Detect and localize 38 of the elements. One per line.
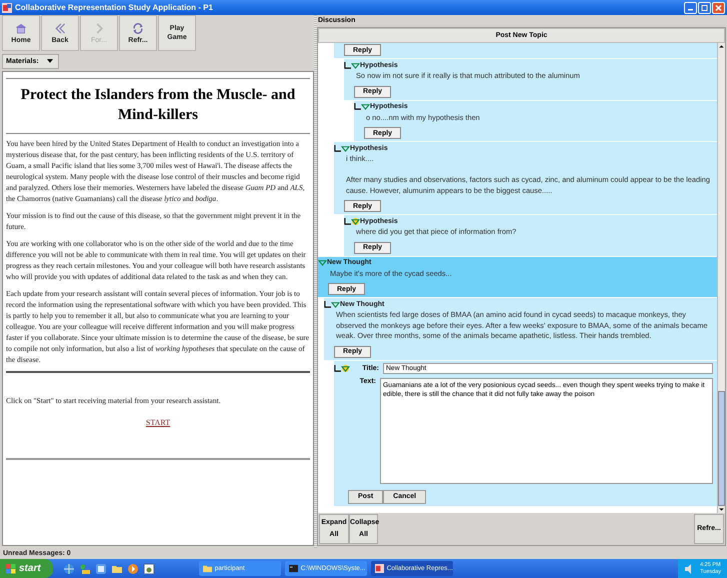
post-card[interactable] [324, 298, 717, 360]
document-heading: Protect the Islanders from the Muscle- and Mind-killers [20, 86, 296, 125]
globe-icon[interactable] [62, 562, 75, 574]
close-icon [713, 2, 724, 12]
window-icon[interactable] [94, 562, 107, 574]
tree-connector-icon [344, 218, 351, 224]
flag-icon [6, 564, 16, 574]
maximize-button[interactable] [698, 2, 711, 14]
collapse-triangle-icon[interactable] [341, 144, 350, 152]
minimize-button[interactable] [684, 2, 697, 14]
collapse-triangle-icon[interactable] [341, 365, 350, 372]
back-icon [53, 22, 67, 34]
collapse-triangle-icon[interactable] [318, 259, 327, 266]
media-icon[interactable] [126, 562, 139, 574]
tree-connector-icon [344, 62, 351, 68]
close-button[interactable] [712, 2, 725, 14]
tree-connector-icon [334, 365, 341, 372]
console-icon [288, 564, 298, 573]
start-link[interactable]: START [146, 418, 170, 427]
start-button[interactable]: start [0, 559, 53, 578]
collapse-triangle-icon[interactable] [331, 300, 340, 308]
tree-connector-icon [354, 103, 361, 110]
house-icon [14, 22, 28, 34]
folder-icon [202, 564, 212, 573]
minimize-icon [688, 9, 693, 10]
app-icon [374, 564, 384, 573]
tree-connector-icon [334, 144, 341, 152]
tree-connector-icon [324, 300, 331, 308]
maximize-icon [699, 2, 710, 12]
scroll-thumb[interactable] [718, 390, 725, 506]
scrollbar[interactable] [717, 43, 725, 513]
caret-icon [46, 59, 53, 63]
window-title: Collaborative Representation Study Application - P1 [15, 3, 213, 12]
collapse-triangle-icon[interactable] [351, 62, 360, 68]
collapse-triangle-icon[interactable] [351, 218, 360, 224]
refresh-icon [131, 22, 145, 34]
app-icon [2, 2, 12, 12]
collapse-triangle-icon[interactable] [361, 103, 370, 110]
